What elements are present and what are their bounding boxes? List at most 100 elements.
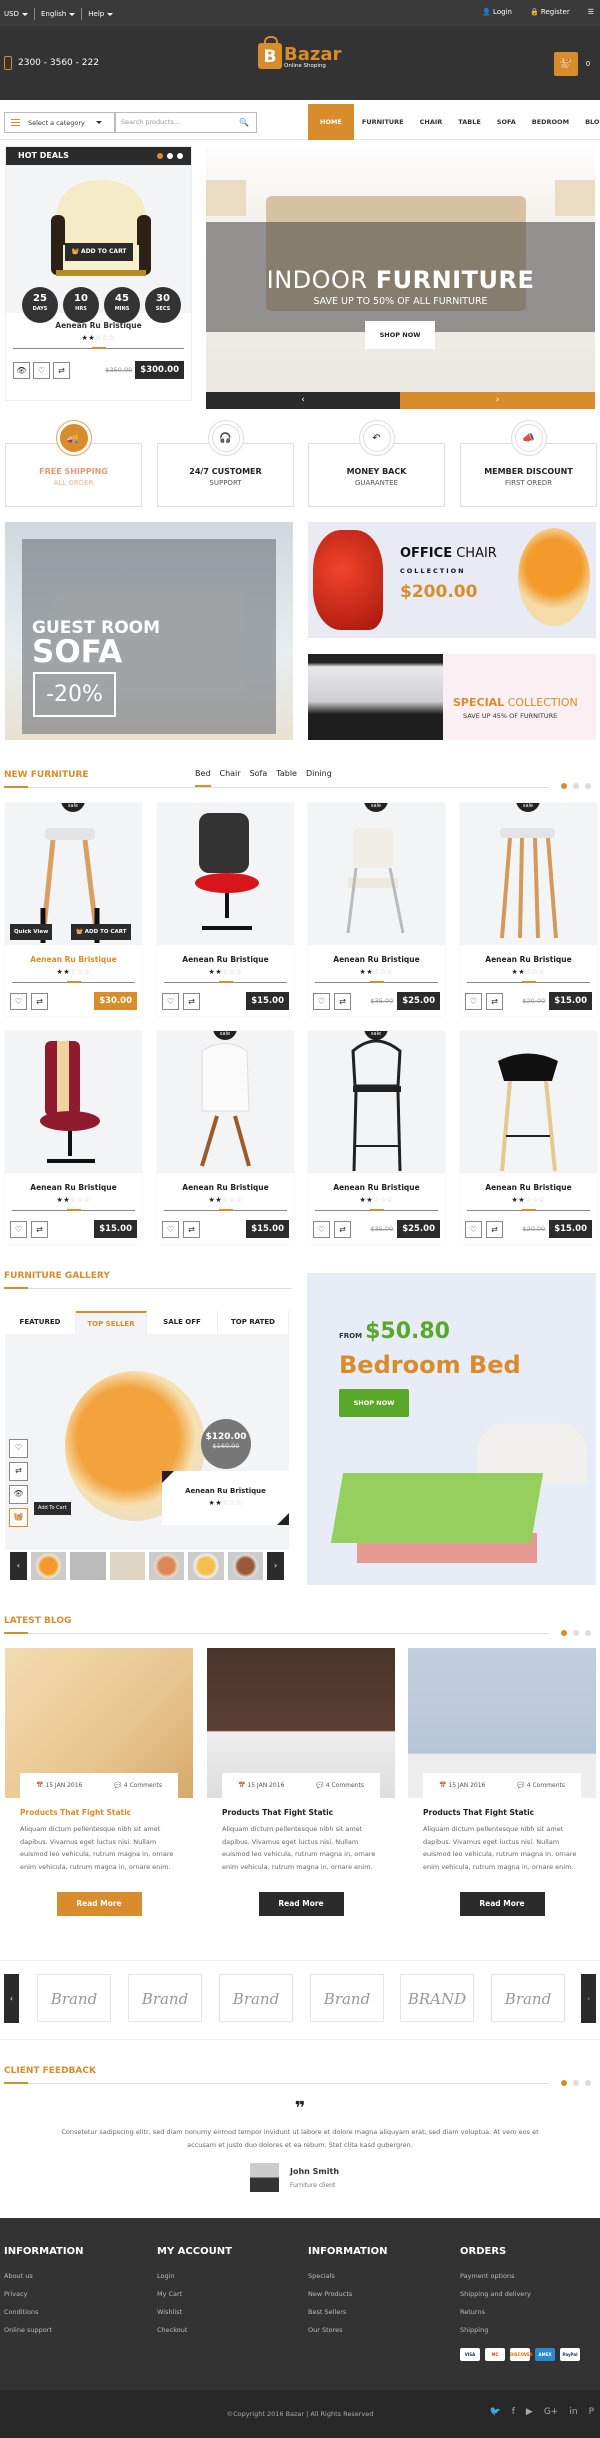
product-image[interactable]: sale Quick View 🧺 ADD TO CART (5, 803, 142, 945)
read-more-button[interactable]: Read More (56, 1892, 142, 1916)
post-title[interactable]: Products That Fight Static (423, 1808, 581, 1817)
currency-select[interactable]: USD (4, 10, 28, 18)
thumb-prev-button[interactable]: ‹ (10, 1552, 27, 1580)
product-card[interactable]: Aenean Ru Bristique ★★☆☆☆ ♡ ⇄ $15.00 (157, 803, 294, 1016)
add-to-cart-button[interactable]: 🧺 ADD TO CART (71, 924, 132, 940)
wishlist-heart-icon[interactable]: ♡ (465, 1220, 482, 1238)
search-icon[interactable]: 🔍 (239, 113, 249, 132)
menu-home[interactable]: HOME (308, 104, 354, 140)
compare-icon[interactable]: ⇄ (183, 992, 200, 1010)
wishlist-heart-icon[interactable]: ♡ (162, 992, 179, 1010)
wishlist-heart-icon[interactable]: ♡ (10, 992, 27, 1010)
tab-top-rated[interactable]: TOP RATED (218, 1311, 289, 1334)
product-name[interactable]: Aenean Ru Bristique (5, 955, 142, 964)
hamburger-menu-icon[interactable]: ☰ (588, 8, 594, 16)
tab-bed[interactable]: Bed (195, 769, 211, 787)
compare-icon[interactable]: ⇄ (486, 1220, 503, 1238)
footer-link[interactable]: Login (157, 2267, 232, 2285)
footer-link[interactable]: Specials (308, 2267, 387, 2285)
linkedin-icon[interactable]: in (569, 2407, 577, 2417)
thumbnail[interactable] (188, 1552, 224, 1580)
tab-top-seller[interactable]: TOP SELLER (76, 1311, 147, 1334)
product-image[interactable] (460, 1031, 597, 1173)
thumbnail[interactable] (109, 1552, 145, 1580)
wishlist-heart-icon[interactable]: ♡ (33, 361, 50, 379)
register-link[interactable]: 🔒 Register (530, 8, 570, 16)
menu-blog[interactable]: BLOG (577, 104, 600, 140)
compare-icon[interactable]: ⇄ (9, 1462, 28, 1481)
thumbnail[interactable] (70, 1552, 106, 1580)
wishlist-heart-icon[interactable]: ♡ (313, 1220, 330, 1238)
brand-logo[interactable]: Brand (491, 1974, 565, 2022)
footer-link[interactable]: About us (4, 2267, 83, 2285)
menu-sofa[interactable]: SOFA (489, 104, 524, 140)
brand-logo[interactable]: Brand (219, 1974, 293, 2022)
menu-chair[interactable]: CHAIR (412, 104, 451, 140)
pinterest-icon[interactable]: P (589, 2407, 594, 2417)
product-name[interactable]: Aenean Ru Bristique (460, 955, 597, 964)
thumbnail[interactable] (227, 1552, 264, 1580)
basket-icon[interactable]: 🧺 (9, 1508, 28, 1527)
wishlist-heart-icon[interactable]: ♡ (9, 1439, 28, 1458)
product-image[interactable]: sale (157, 1031, 294, 1173)
banner-office-chair[interactable]: OFFICE CHAIR COLLECTION $200.00 (308, 522, 596, 638)
thumbnail[interactable] (149, 1552, 185, 1580)
footer-link[interactable]: Shipping and delivery (460, 2285, 531, 2303)
quick-view-button[interactable]: Quick View (10, 924, 53, 940)
product-name[interactable]: Aenean Ru Bristique (308, 1183, 445, 1192)
blog-image[interactable]: 📅 15 JAN 2016 💬 4 Comments (408, 1648, 596, 1798)
thumbnail[interactable] (30, 1552, 67, 1580)
cart-button[interactable]: 🧺 (554, 52, 578, 76)
tab-chair[interactable]: Chair (220, 769, 241, 787)
product-image[interactable]: sale (460, 803, 597, 945)
product-name[interactable]: Aenean Ru Bristique (157, 1183, 294, 1192)
product-card[interactable]: sale Aenean Ru Bristique ★★☆☆☆ ♡ ⇄ $35.0… (308, 1031, 445, 1244)
brand-logo[interactable]: Brand (310, 1974, 384, 2022)
thumb-next-button[interactable]: › (267, 1552, 284, 1580)
product-name[interactable]: Aenean Ru Bristique (157, 955, 294, 964)
wishlist-heart-icon[interactable]: ♡ (162, 1220, 179, 1238)
footer-link[interactable]: New Products (308, 2285, 387, 2303)
product-image[interactable]: sale (308, 1031, 445, 1173)
product-image[interactable] (157, 803, 294, 945)
tab-featured[interactable]: FEATURED (5, 1311, 76, 1334)
footer-link[interactable]: Our Stores (308, 2321, 387, 2339)
shop-now-button[interactable]: SHOP NOW (339, 1389, 409, 1417)
facebook-icon[interactable]: f (512, 2407, 515, 2417)
brands-prev-button[interactable]: ‹ (4, 1974, 19, 2023)
brands-next-button[interactable]: › (581, 1974, 596, 2023)
wishlist-heart-icon[interactable]: ♡ (465, 992, 482, 1010)
shop-now-button[interactable]: SHOP NOW (365, 321, 435, 349)
read-more-button[interactable]: Read More (459, 1892, 545, 1916)
footer-link[interactable]: Checkout (157, 2321, 232, 2339)
tab-dining[interactable]: Dining (306, 769, 332, 787)
promo-bedroom-bed[interactable]: FROM $50.80 Bedroom Bed SHOP NOW (307, 1273, 596, 1585)
product-name[interactable]: Aenean Ru Bristique (308, 955, 445, 964)
footer-link[interactable]: Best Sellers (308, 2303, 387, 2321)
google-plus-icon[interactable]: G+ (544, 2407, 559, 2417)
banner-guest-room-sofa[interactable]: GUEST ROOM SOFA -20% (5, 522, 293, 740)
language-select[interactable]: English (41, 10, 76, 18)
tab-sale-off[interactable]: SALE OFF (147, 1311, 218, 1334)
compare-icon[interactable]: ⇄ (31, 1220, 48, 1238)
product-card[interactable]: sale Aenean Ru Bristique ★★☆☆☆ ♡ ⇄ $35.0… (308, 803, 445, 1016)
carousel-dots[interactable] (561, 783, 591, 789)
category-select[interactable]: Select a category (4, 112, 115, 133)
youtube-icon[interactable]: ▶ (526, 2407, 533, 2417)
carousel-dots[interactable] (561, 2080, 591, 2086)
brand-logo[interactable]: Brand (37, 1974, 111, 2022)
product-card[interactable]: sale Aenean Ru Bristique ★★☆☆☆ ♡ ⇄ $15.0… (157, 1031, 294, 1244)
post-title[interactable]: Products That Fight Static (222, 1808, 380, 1817)
read-more-button[interactable]: Read More (258, 1892, 344, 1916)
product-name[interactable]: Aenean Ru Bristique (5, 1183, 142, 1192)
product-image[interactable] (5, 1031, 142, 1173)
login-link[interactable]: 👤 Login (482, 8, 512, 16)
carousel-dots[interactable] (157, 153, 183, 159)
brand-logo[interactable]: Brand (128, 1974, 202, 2022)
carousel-dots[interactable] (561, 1630, 591, 1636)
product-card[interactable]: Aenean Ru Bristique ★★☆☆☆ ♡ ⇄ $20.00 $15… (460, 1031, 597, 1244)
compare-icon[interactable]: ⇄ (53, 361, 70, 379)
footer-link[interactable]: Online support (4, 2321, 83, 2339)
compare-icon[interactable]: ⇄ (486, 992, 503, 1010)
footer-link[interactable]: Returns (460, 2303, 531, 2321)
